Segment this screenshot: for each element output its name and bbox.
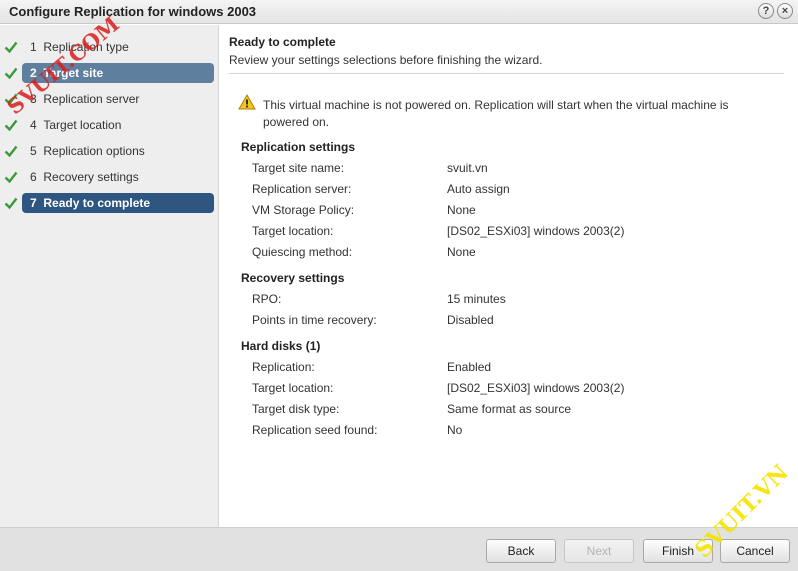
wizard-step-ready-to-complete[interactable]: 7 Ready to complete — [22, 193, 214, 213]
power-warning-message: This virtual machine is not powered on. … — [263, 98, 729, 129]
wizard-step-target-site[interactable]: 2 Target site — [22, 63, 214, 83]
cancel-button[interactable]: Cancel — [720, 539, 790, 563]
section-title-recovery-settings: Recovery settings — [241, 271, 345, 285]
checkmark-icon — [4, 63, 18, 83]
summary-label: Target location: — [252, 224, 334, 238]
summary-label: Replication seed found: — [252, 423, 378, 437]
wizard-steps-sidebar: 1 Replication type 2 Target site 3 Repli… — [0, 25, 219, 527]
summary-label: Target location: — [252, 381, 334, 395]
checkmark-icon — [4, 115, 18, 135]
summary-value: svuit.vn — [447, 161, 488, 175]
summary-value: None — [447, 245, 476, 259]
summary-value: Auto assign — [447, 182, 510, 196]
wizard-step-replication-options[interactable]: 5 Replication options — [22, 141, 214, 161]
help-icon[interactable]: ? — [758, 3, 774, 19]
next-button[interactable]: Next — [564, 539, 634, 563]
summary-value: Disabled — [447, 313, 494, 327]
checkmark-icon — [4, 89, 18, 109]
page-title: Ready to complete — [229, 35, 336, 49]
summary-label: Target site name: — [252, 161, 345, 175]
section-title-hard-disks: Hard disks (1) — [241, 339, 321, 353]
summary-value: No — [447, 423, 463, 437]
wizard-step-replication-server[interactable]: 3 Replication server — [22, 89, 214, 109]
close-icon[interactable]: × — [777, 3, 793, 19]
finish-button[interactable]: Finish — [643, 539, 713, 563]
wizard-step-replication-type[interactable]: 1 Replication type — [22, 37, 214, 57]
summary-label: VM Storage Policy: — [252, 203, 355, 217]
summary-value: [DS02_ESXi03] windows 2003(2) — [447, 381, 625, 395]
summary-value: None — [447, 203, 476, 217]
summary-label: Quiescing method: — [252, 245, 353, 259]
checkmark-icon — [4, 141, 18, 161]
summary-label: Target disk type: — [252, 402, 340, 416]
summary-value: Same format as source — [447, 402, 572, 416]
checkmark-icon — [4, 167, 18, 187]
page-subtitle: Review your settings selections before f… — [229, 53, 543, 67]
back-button[interactable]: Back — [486, 539, 556, 563]
summary-label: RPO: — [252, 292, 282, 306]
summary-value: 15 minutes — [447, 292, 506, 306]
summary-label: Replication: — [252, 360, 315, 374]
header-divider — [229, 73, 784, 74]
warning-icon — [238, 93, 256, 110]
summary-label: Replication server: — [252, 182, 352, 196]
wizard-step-recovery-settings[interactable]: 6 Recovery settings — [22, 167, 214, 187]
summary-value: [DS02_ESXi03] windows 2003(2) — [447, 224, 625, 238]
wizard-footer: Back Next Finish Cancel — [0, 527, 798, 571]
wizard-content-pane: Ready to complete Review your settings s… — [220, 25, 798, 527]
summary-value: Enabled — [447, 360, 492, 374]
dialog-titlebar: Configure Replication for windows 2003 ?… — [0, 0, 798, 24]
checkmark-icon — [4, 37, 18, 57]
wizard-step-target-location[interactable]: 4 Target location — [22, 115, 214, 135]
dialog-title: Configure Replication for windows 2003 — [9, 4, 257, 19]
summary-label: Points in time recovery: — [252, 313, 377, 327]
checkmark-icon — [4, 193, 18, 213]
section-title-replication-settings: Replication settings — [241, 140, 356, 154]
